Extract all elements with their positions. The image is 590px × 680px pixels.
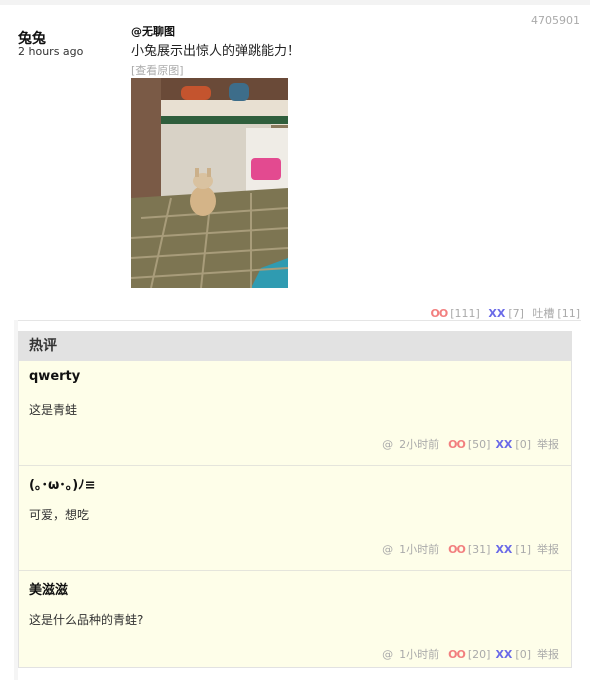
section-divider bbox=[14, 320, 581, 321]
comment-author: (｡･ω･｡)ﾉ≡ bbox=[29, 478, 96, 493]
comment-oo-count: [20] bbox=[467, 648, 491, 661]
comment-time: 1小时前 bbox=[399, 543, 440, 556]
comment-xx-button[interactable]: XX bbox=[495, 543, 512, 556]
post-mention: @无聊图 bbox=[131, 25, 175, 38]
comment-item: 美滋滋 这是什么品种的青蛙? @1小时前 OO [20] XX [0] 举报 bbox=[19, 571, 571, 675]
post-id[interactable]: 4705901 bbox=[531, 14, 580, 27]
comment-xx-count: [0] bbox=[515, 438, 531, 451]
comment-xx-count: [1] bbox=[515, 543, 531, 556]
post-content: 小兔展示出惊人的弹跳能力！ bbox=[131, 44, 301, 59]
comment-author: qwerty bbox=[29, 369, 81, 384]
report-button[interactable]: 举报 bbox=[537, 438, 559, 451]
post-image[interactable] bbox=[131, 78, 288, 288]
post-xx-button[interactable]: XX bbox=[488, 307, 505, 320]
comment-oo-button[interactable]: OO bbox=[448, 648, 466, 661]
comment-xx-count: [0] bbox=[515, 648, 531, 661]
comment-text: 这是青蛙 bbox=[29, 403, 78, 417]
hot-comments-panel: 热评 qwerty 这是青蛙 @2小时前 OO [50] XX [0] 举报 (｡･ω･｡… bbox=[18, 331, 572, 668]
post-tucao-button[interactable]: 吐槽 bbox=[532, 307, 554, 320]
hot-comments-title: 热评 bbox=[19, 332, 571, 361]
comment-meta: @2小时前 OO [50] XX [0] 举报 bbox=[382, 436, 559, 452]
comment-text: 可爱，想吃 bbox=[29, 508, 90, 522]
post-vote-bar: OO [111] XX [7] 吐槽 [11] bbox=[431, 305, 580, 321]
comment-item: (｡･ω･｡)ﾉ≡ 可爱，想吃 @1小时前 OO [31] XX [1] 举报 bbox=[19, 466, 571, 571]
view-original-link[interactable]: [查看原图] bbox=[131, 62, 184, 78]
report-button[interactable]: 举报 bbox=[537, 543, 559, 556]
post-oo-count: [111] bbox=[450, 307, 480, 320]
rabbit-photo bbox=[131, 78, 288, 288]
comment-oo-count: [50] bbox=[467, 438, 491, 451]
comment-xx-button[interactable]: XX bbox=[495, 438, 512, 451]
comment-xx-button[interactable]: XX bbox=[495, 648, 512, 661]
comment-oo-button[interactable]: OO bbox=[448, 543, 466, 556]
comment-time: 1小时前 bbox=[399, 648, 440, 661]
comment-oo-count: [31] bbox=[467, 543, 491, 556]
report-button[interactable]: 举报 bbox=[537, 648, 559, 661]
reply-at-button[interactable]: @ bbox=[382, 543, 393, 556]
reply-at-button[interactable]: @ bbox=[382, 648, 393, 661]
comment-text: 这是什么品种的青蛙? bbox=[29, 613, 144, 627]
comment-oo-button[interactable]: OO bbox=[448, 438, 466, 451]
reply-at-button[interactable]: @ bbox=[382, 438, 393, 451]
post-time: 2 hours ago bbox=[18, 45, 84, 58]
post-tucao-count: [11] bbox=[557, 307, 580, 320]
top-bar bbox=[0, 0, 590, 5]
comment-author: 美滋滋 bbox=[29, 583, 69, 598]
comment-meta: @1小时前 OO [31] XX [1] 举报 bbox=[382, 541, 559, 557]
post-xx-count: [7] bbox=[508, 307, 524, 320]
post-oo-button[interactable]: OO bbox=[431, 307, 449, 320]
comment-meta: @1小时前 OO [20] XX [0] 举报 bbox=[382, 646, 559, 662]
comment-time: 2小时前 bbox=[399, 438, 440, 451]
comment-item: qwerty 这是青蛙 @2小时前 OO [50] XX [0] 举报 bbox=[19, 361, 571, 466]
